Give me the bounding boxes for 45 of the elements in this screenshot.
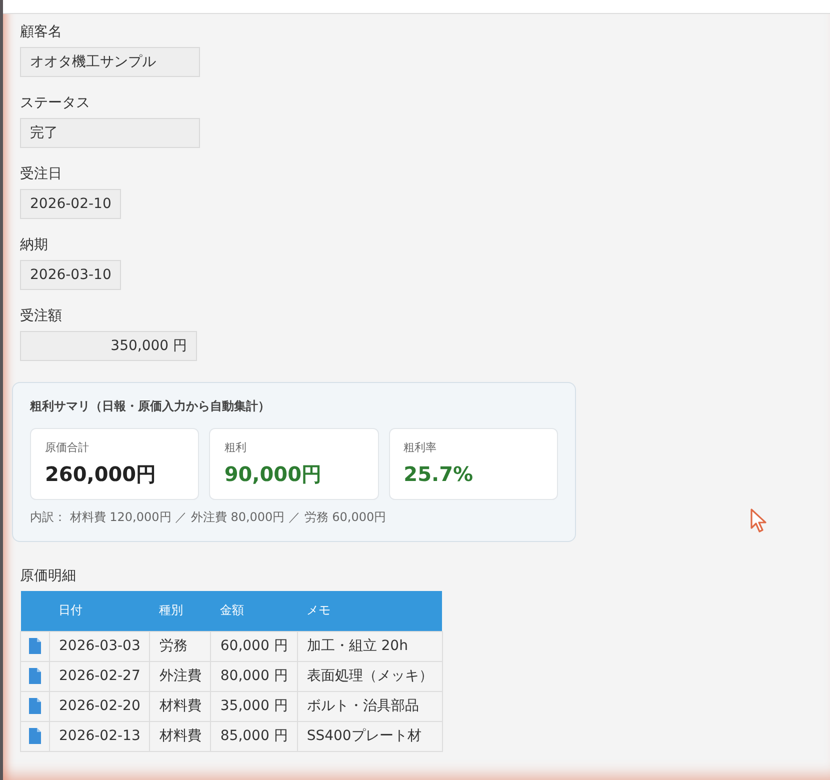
table-cell: 材料費 xyxy=(150,691,211,721)
field-label: 受注日 xyxy=(20,165,62,184)
document-icon[interactable] xyxy=(29,638,41,654)
table-cell: 労務 xyxy=(150,631,211,661)
header-cell xyxy=(20,591,50,631)
stat-label: 粗利率 xyxy=(404,441,437,455)
readonly-field: 2026-03-10 xyxy=(20,260,122,290)
mouse-pointer-icon xyxy=(750,508,768,533)
table-cell: 85,000 円 xyxy=(210,721,298,751)
field-label: ステータス xyxy=(20,94,90,113)
column-header: 金額 xyxy=(210,591,298,631)
readonly-field: 完了 xyxy=(20,118,200,148)
stat-label: 粗利 xyxy=(224,441,246,455)
summary-title: 粗利サマリ（日報・原価入力から自動集計） xyxy=(30,398,270,415)
readonly-field: 350,000 円 xyxy=(20,331,197,361)
stat-value: 90,000円 xyxy=(224,461,322,488)
table-cell: 2026-03-03 xyxy=(50,631,150,661)
table-cell: 2026-02-13 xyxy=(50,721,150,751)
readonly-field: オオタ機工サンプル xyxy=(20,47,200,77)
column-header: メモ xyxy=(297,591,442,631)
breakdown-text: 内訳： 材料費 120,000円 ／ 外注費 80,000円 ／ 労務 60,000円 xyxy=(30,509,386,525)
readonly-field: 2026-02-10 xyxy=(20,189,122,219)
section-title: 原価明細 xyxy=(20,567,76,586)
table-cell: 35,000 円 xyxy=(210,691,298,721)
column-header: 日付 xyxy=(50,591,150,631)
table-cell: 80,000 円 xyxy=(210,661,298,691)
table-cell: ボルト・治具部品 xyxy=(297,691,442,721)
document-icon[interactable] xyxy=(29,698,41,714)
table-cell: 加工・組立 20h xyxy=(297,631,442,661)
table-cell: 外注費 xyxy=(150,661,211,691)
stat-label: 原価合計 xyxy=(45,441,89,455)
table-cell: 2026-02-27 xyxy=(50,661,150,691)
table-cell: 表面処理（メッキ） xyxy=(297,661,442,691)
document-icon[interactable] xyxy=(29,668,41,684)
table-cell: SS400プレート材 xyxy=(297,721,442,751)
table-cell: 60,000 円 xyxy=(210,631,298,661)
table-cell: 2026-02-20 xyxy=(50,691,150,721)
table-cell: 材料費 xyxy=(150,721,211,751)
field-label: 顧客名 xyxy=(20,23,62,42)
document-icon[interactable] xyxy=(29,728,41,744)
field-label: 納期 xyxy=(20,236,48,255)
column-header: 種別 xyxy=(150,591,211,631)
stat-value: 25.7% xyxy=(404,461,474,488)
field-label: 受注額 xyxy=(20,307,62,326)
stat-value: 260,000円 xyxy=(45,461,156,488)
